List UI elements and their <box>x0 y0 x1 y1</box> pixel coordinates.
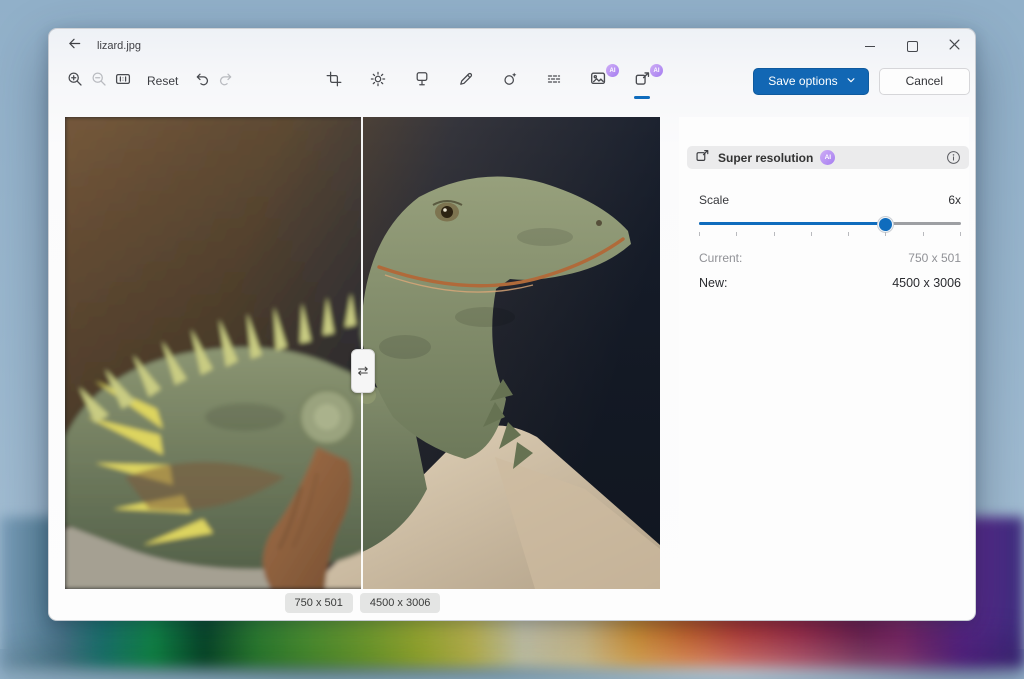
new-value: 4500 x 3006 <box>892 276 961 290</box>
undo-button[interactable] <box>190 67 214 95</box>
info-button[interactable] <box>946 150 961 165</box>
super-resolution-panel: Super resolution AI Scale 6x Current: 75… <box>679 117 969 610</box>
chevron-down-icon <box>846 74 856 88</box>
swap-arrows-icon: ⇄ <box>357 363 369 378</box>
generative-erase-icon <box>590 70 607 92</box>
current-size-row: Current: 750 x 501 <box>699 251 961 265</box>
minimize-icon <box>865 45 875 47</box>
actual-size-button[interactable] <box>111 67 135 95</box>
brightness-sun-icon <box>370 71 386 92</box>
ai-badge: AI <box>650 64 663 77</box>
crop-tool-button[interactable] <box>319 67 349 95</box>
compare-split-handle[interactable]: ⇄ <box>351 349 375 393</box>
ai-badge: AI <box>606 64 619 77</box>
zoom-in-icon <box>67 71 83 92</box>
minimize-button[interactable] <box>849 29 891 63</box>
scale-slider[interactable] <box>699 216 961 232</box>
scale-label: Scale <box>699 193 730 207</box>
save-options-button[interactable]: Save options <box>753 68 869 95</box>
panel-header: Super resolution AI <box>687 146 969 169</box>
new-size-row: New: 4500 x 3006 <box>699 276 961 290</box>
maximize-button[interactable] <box>891 29 933 63</box>
close-button[interactable] <box>933 29 975 63</box>
markup-tool-button[interactable] <box>451 67 481 95</box>
current-value: 750 x 501 <box>908 251 961 265</box>
super-resolution-tool-button[interactable]: AI <box>627 64 663 99</box>
redo-button[interactable] <box>214 67 238 95</box>
maximize-icon <box>906 40 918 52</box>
panel-title: Super resolution <box>718 150 814 165</box>
ai-badge: AI <box>820 150 836 165</box>
retouch-tool-button[interactable] <box>495 67 525 95</box>
active-tool-indicator <box>634 96 650 99</box>
adjust-tool-button[interactable] <box>363 67 393 95</box>
before-size-badge: 750 x 501 <box>284 593 353 613</box>
crop-icon <box>326 71 342 92</box>
slider-ticks <box>699 232 961 236</box>
save-options-label: Save options <box>768 74 838 88</box>
back-arrow-icon <box>67 36 82 56</box>
image-viewer: ⇄ <box>65 117 660 589</box>
blur-background-icon <box>546 71 562 92</box>
redo-icon <box>218 71 234 92</box>
window-title: lizard.jpg <box>97 40 142 52</box>
editor-toolbar: Reset AI AI Save options Cancel <box>49 63 975 103</box>
slider-thumb[interactable] <box>877 216 893 232</box>
super-resolution-icon <box>634 70 651 92</box>
super-resolution-icon <box>695 148 710 168</box>
filter-tool-button[interactable] <box>407 67 437 95</box>
cancel-button[interactable]: Cancel <box>878 68 970 95</box>
toolbar-view-group: Reset <box>63 67 238 95</box>
photos-editor-window: lizard.jpg Reset AI AI Save options Canc… <box>48 28 976 621</box>
filters-icon <box>414 71 430 92</box>
blur-background-tool-button[interactable] <box>539 67 569 95</box>
close-icon <box>948 37 960 55</box>
title-bar: lizard.jpg <box>49 29 975 63</box>
zoom-out-button[interactable] <box>87 67 111 95</box>
size-labels: 750 x 501 4500 x 3006 <box>65 593 660 613</box>
actual-size-icon <box>115 71 131 92</box>
pen-icon <box>458 71 474 92</box>
toolbar-action-group: Save options Cancel <box>753 68 970 95</box>
caption-controls <box>849 29 975 63</box>
scale-row: Scale 6x <box>699 193 961 207</box>
generative-erase-tool-button[interactable]: AI <box>583 64 619 95</box>
zoom-out-icon <box>91 71 107 92</box>
after-size-badge: 4500 x 3006 <box>359 593 441 613</box>
slider-fill <box>699 222 884 225</box>
back-button[interactable] <box>59 33 89 59</box>
spot-fix-icon <box>502 71 518 92</box>
zoom-in-button[interactable] <box>63 67 87 95</box>
toolbar-edit-group: AI AI <box>319 64 663 99</box>
reset-button[interactable]: Reset <box>139 70 186 92</box>
undo-icon <box>194 71 210 92</box>
new-label: New: <box>699 276 728 290</box>
current-label: Current: <box>699 251 743 265</box>
scale-value: 6x <box>948 193 961 207</box>
